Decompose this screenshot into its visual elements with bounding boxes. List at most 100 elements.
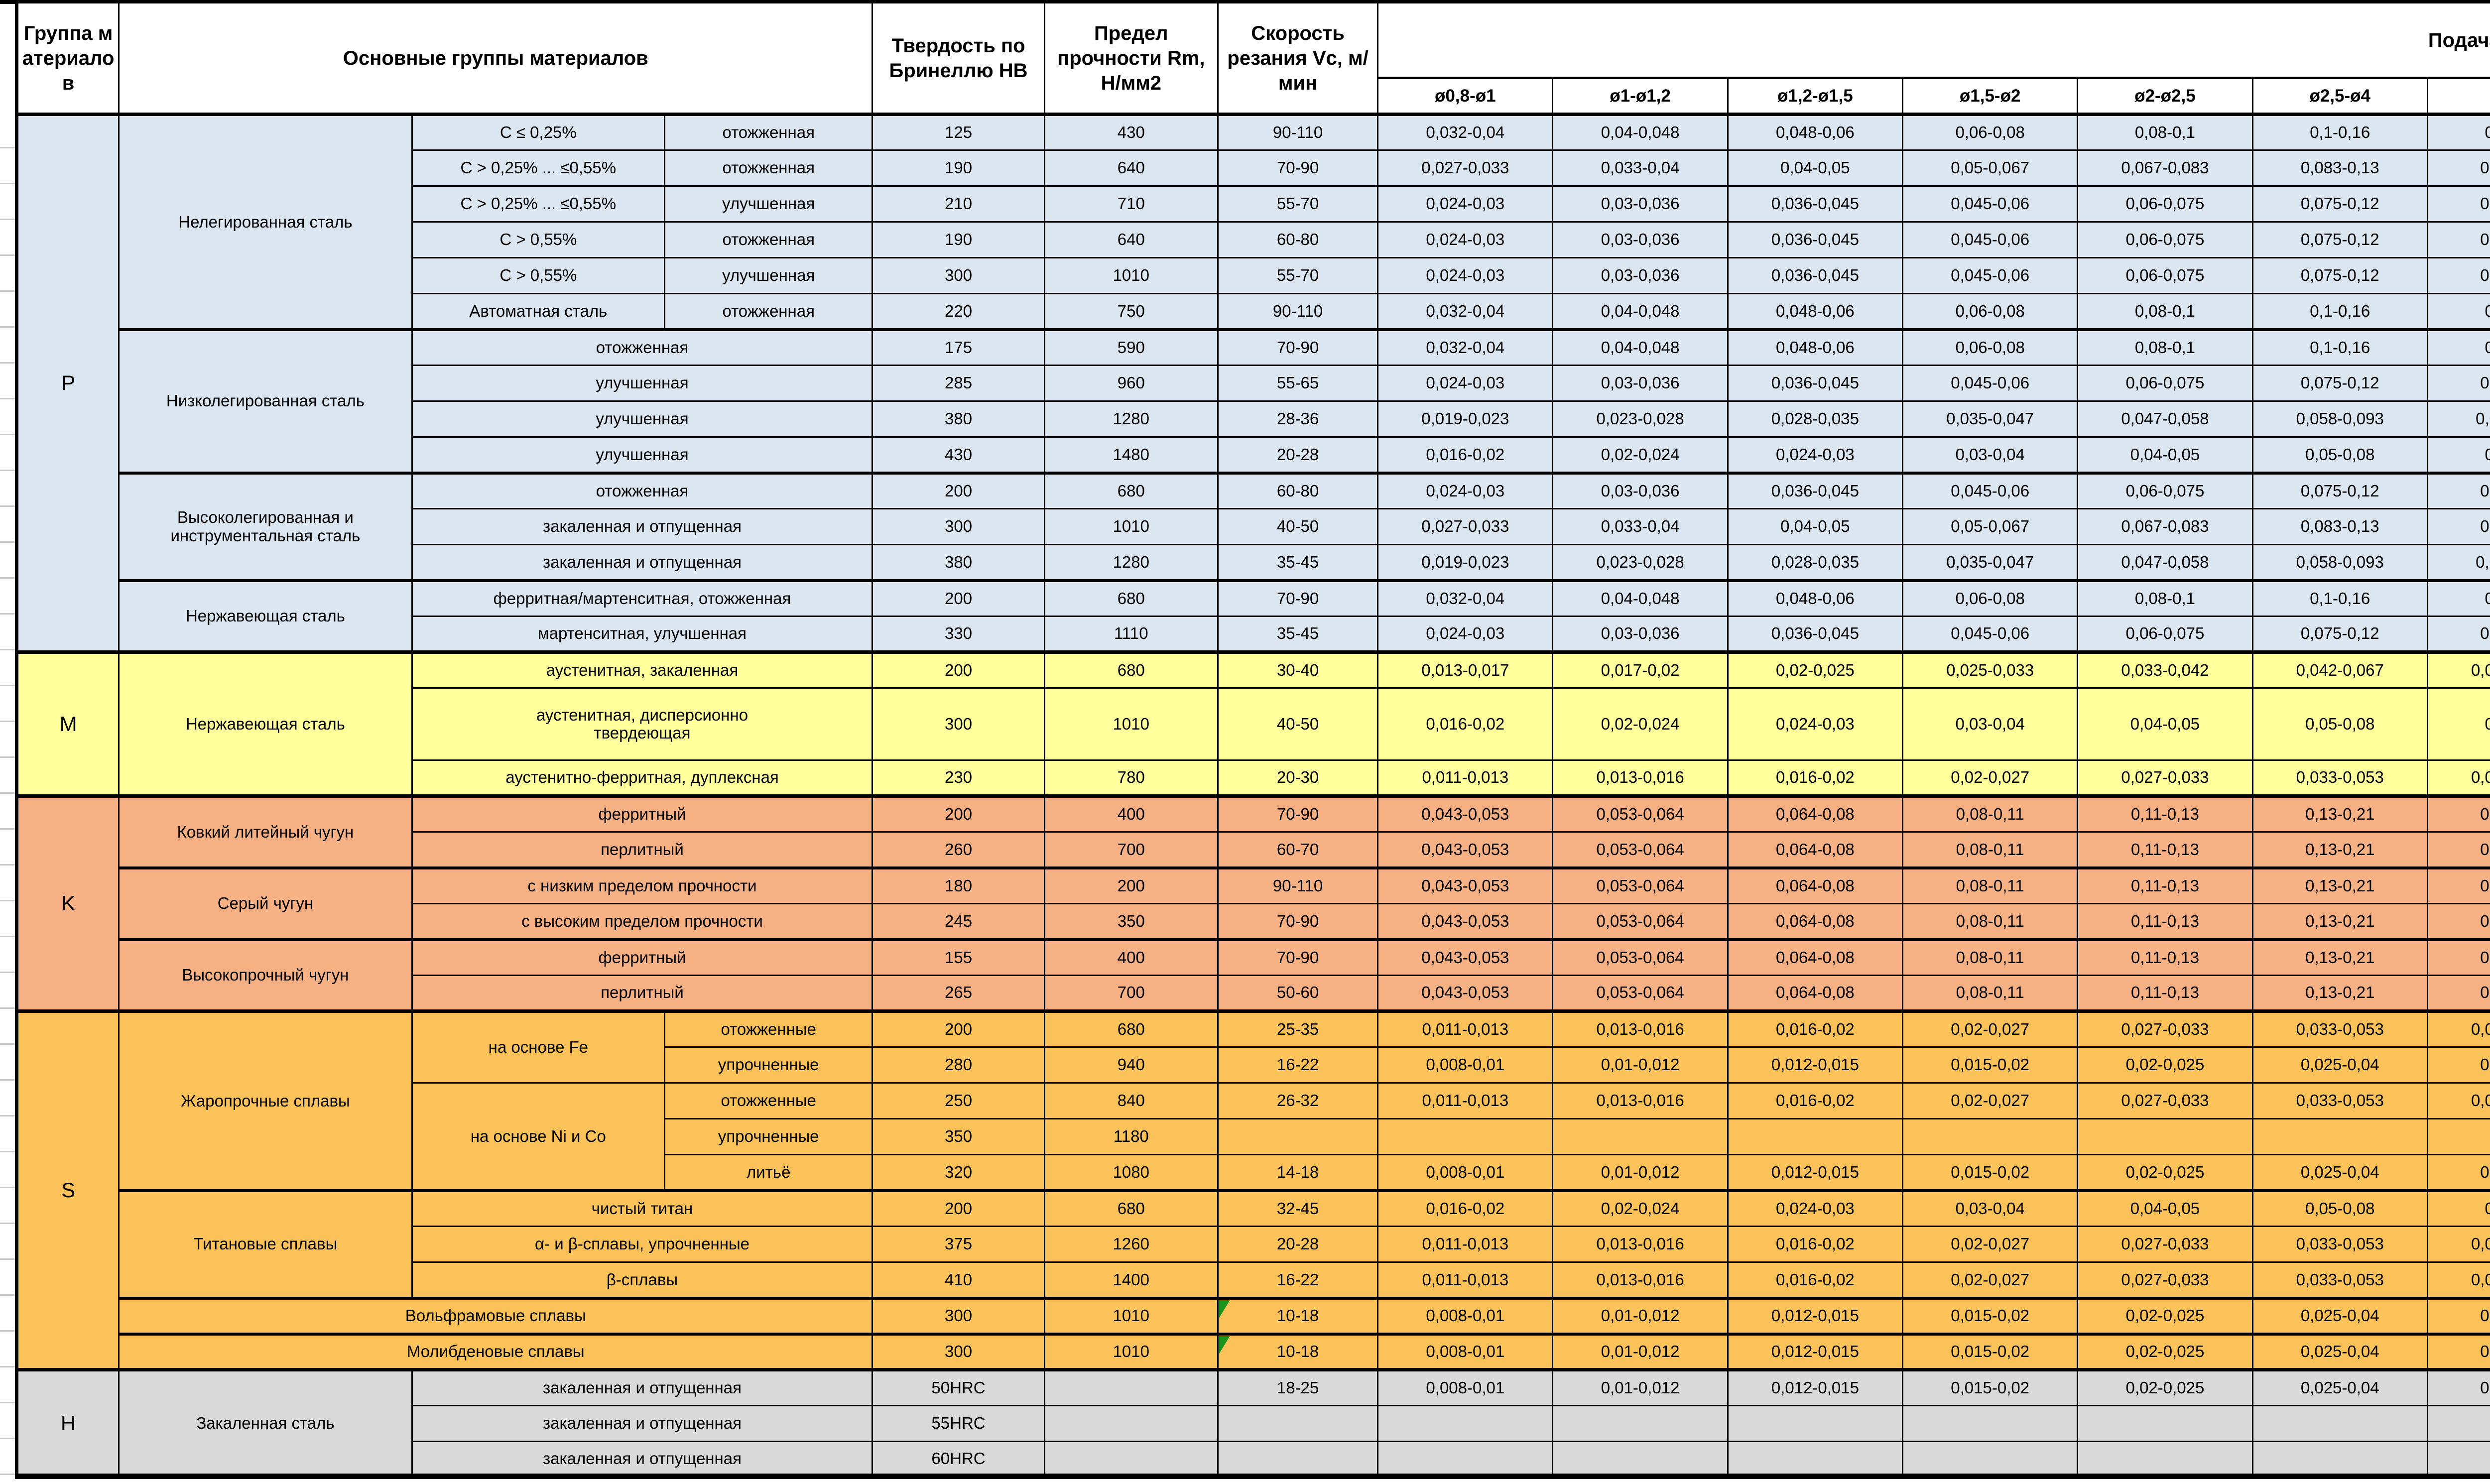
feed-value-cell[interactable]: 0,064-0,08 — [1728, 976, 1902, 1011]
feed-value-cell[interactable]: 0,04-0,05 — [2427, 1370, 2490, 1406]
cutting-speed-cell[interactable]: 32-45 — [1218, 1191, 1377, 1227]
feed-value-cell[interactable] — [1378, 1442, 1553, 1478]
feed-value-cell[interactable]: 0,045-0,06 — [1903, 222, 2078, 258]
feed-value-cell[interactable]: 0,11-0,13 — [2078, 796, 2252, 832]
feed-value-cell[interactable]: 0,13-0,21 — [2252, 868, 2427, 904]
feed-value-cell[interactable]: 0,02-0,025 — [2078, 1155, 2252, 1191]
feed-value-cell[interactable]: 0,016-0,02 — [1378, 437, 1553, 473]
feed-value-cell[interactable] — [1378, 1406, 1553, 1442]
cutting-speed-cell[interactable]: 70-90 — [1218, 904, 1377, 940]
condition-cell[interactable]: аустенитная, закаленная — [412, 652, 872, 688]
hardness-hb-cell[interactable]: 60HRC — [872, 1442, 1044, 1478]
hardness-hb-cell[interactable]: 200 — [872, 1191, 1044, 1227]
material-name-cell[interactable]: Высоколегированная и инструментальная ст… — [119, 473, 412, 581]
feed-value-cell[interactable]: 0,033-0,053 — [2252, 1262, 2427, 1298]
group-letter-cell[interactable]: M — [17, 652, 119, 796]
feed-value-cell[interactable]: 0,048-0,06 — [1728, 330, 1902, 366]
condition-cell[interactable]: закаленная и отпущенная — [412, 545, 872, 581]
feed-value-cell[interactable]: 0,013-0,016 — [1553, 1083, 1728, 1119]
hardness-hb-cell[interactable]: 175 — [872, 330, 1044, 366]
feed-value-cell[interactable]: 0,083-0,13 — [2252, 150, 2427, 186]
feed-value-cell[interactable]: 0,11-0,13 — [2078, 976, 2252, 1011]
hardness-hb-cell[interactable]: 380 — [872, 401, 1044, 437]
sub-group-cell[interactable]: C ≤ 0,25% — [412, 115, 664, 150]
strength-rm-cell[interactable]: 640 — [1044, 150, 1218, 186]
feed-value-cell[interactable]: 0,093-0,12 — [2427, 401, 2490, 437]
strength-rm-cell[interactable]: 1010 — [1044, 1298, 1218, 1334]
hardness-hb-cell[interactable]: 285 — [872, 366, 1044, 401]
feed-value-cell[interactable]: 0,027-0,033 — [2078, 1262, 2252, 1298]
hardness-hb-cell[interactable]: 265 — [872, 976, 1044, 1011]
feed-value-cell[interactable]: 0,12-0,15 — [2427, 186, 2490, 222]
condition-cell[interactable]: упрочненные — [665, 1119, 872, 1155]
feed-value-cell[interactable]: 0,06-0,075 — [2078, 617, 2252, 652]
feed-value-cell[interactable]: 0,04-0,05 — [2078, 1191, 2252, 1227]
feed-value-cell[interactable]: 0,08-0,1 — [2078, 115, 2252, 150]
feed-value-cell[interactable]: 0,043-0,053 — [1378, 832, 1553, 868]
strength-rm-cell[interactable]: 940 — [1044, 1047, 1218, 1083]
feed-value-cell[interactable]: 0,12-0,15 — [2427, 258, 2490, 294]
feed-value-cell[interactable] — [2427, 1406, 2490, 1442]
feed-value-cell[interactable]: 0,21-0,27 — [2427, 868, 2490, 904]
feed-value-cell[interactable] — [2078, 1119, 2252, 1155]
feed-value-cell[interactable]: 0,08-0,1 — [2078, 581, 2252, 617]
feed-value-cell[interactable]: 0,053-0,064 — [1553, 904, 1728, 940]
feed-value-cell[interactable]: 0,05-0,067 — [1903, 150, 2078, 186]
material-name-cell[interactable]: Жаропрочные сплавы — [119, 1011, 412, 1191]
feed-value-cell[interactable]: 0,053-0,064 — [1553, 868, 1728, 904]
hardness-hb-cell[interactable]: 250 — [872, 1083, 1044, 1119]
strength-rm-cell[interactable] — [1044, 1370, 1218, 1406]
feed-value-cell[interactable]: 0,06-0,075 — [2078, 258, 2252, 294]
material-name-cell[interactable]: Ковкий литейный чугун — [119, 796, 412, 868]
feed-value-cell[interactable]: 0,11-0,13 — [2078, 868, 2252, 904]
cutting-speed-cell[interactable]: 16-22 — [1218, 1262, 1377, 1298]
feed-value-cell[interactable]: 0,13-0,17 — [2427, 150, 2490, 186]
feed-value-cell[interactable]: 0,048-0,06 — [1728, 294, 1902, 330]
condition-cell[interactable]: с низким пределом прочности — [412, 868, 872, 904]
feed-value-cell[interactable]: 0,053-0,067 — [2427, 1083, 2490, 1119]
feed-value-cell[interactable]: 0,028-0,035 — [1728, 545, 1902, 581]
feed-value-cell[interactable]: 0,11-0,13 — [2078, 904, 2252, 940]
feed-value-cell[interactable]: 0,008-0,01 — [1378, 1298, 1553, 1334]
feed-value-cell[interactable]: 0,025-0,04 — [2252, 1298, 2427, 1334]
sub-group-cell[interactable]: Автоматная сталь — [412, 294, 664, 330]
strength-rm-cell[interactable]: 1010 — [1044, 688, 1218, 760]
strength-rm-cell[interactable] — [1044, 1406, 1218, 1442]
feed-value-cell[interactable] — [1553, 1119, 1728, 1155]
cutting-speed-cell[interactable]: 20-28 — [1218, 1227, 1377, 1262]
feed-value-cell[interactable]: 0,043-0,053 — [1378, 904, 1553, 940]
feed-value-cell[interactable]: 0,04-0,05 — [2078, 688, 2252, 760]
diameter-col-header[interactable]: ø1-ø1,2 — [1553, 78, 1728, 115]
feed-value-cell[interactable]: 0,027-0,033 — [1378, 150, 1553, 186]
feed-value-cell[interactable]: 0,027-0,033 — [2078, 1227, 2252, 1262]
strength-rm-cell[interactable]: 680 — [1044, 1011, 1218, 1047]
feed-value-cell[interactable]: 0,011-0,013 — [1378, 760, 1553, 796]
cutting-speed-cell[interactable]: 35-45 — [1218, 545, 1377, 581]
feed-value-cell[interactable]: 0,08-0,11 — [1903, 832, 2078, 868]
strength-rm-cell[interactable]: 680 — [1044, 1191, 1218, 1227]
feed-value-cell[interactable]: 0,048-0,06 — [1728, 115, 1902, 150]
feed-value-cell[interactable]: 0,1-0,16 — [2252, 115, 2427, 150]
feed-value-cell[interactable]: 0,05-0,08 — [2252, 688, 2427, 760]
diameter-col-header[interactable]: ø2-ø2,5 — [2078, 78, 2252, 115]
feed-value-cell[interactable] — [1728, 1119, 1902, 1155]
feed-value-cell[interactable]: 0,06-0,08 — [1903, 115, 2078, 150]
feed-value-cell[interactable]: 0,1-0,16 — [2252, 330, 2427, 366]
cutting-speed-cell[interactable]: 14-18 — [1218, 1155, 1377, 1191]
hardness-hb-cell[interactable]: 320 — [872, 1155, 1044, 1191]
cutting-speed-cell[interactable]: 70-90 — [1218, 581, 1377, 617]
feed-value-cell[interactable]: 0,06-0,075 — [2078, 222, 2252, 258]
cutting-speed-cell[interactable]: 50-60 — [1218, 976, 1377, 1011]
diameter-col-header[interactable]: ø0,8-ø1 — [1378, 78, 1553, 115]
feed-value-cell[interactable]: 0,053-0,064 — [1553, 832, 1728, 868]
feed-value-cell[interactable]: 0,1-0,16 — [2252, 581, 2427, 617]
feed-value-cell[interactable]: 0,015-0,02 — [1903, 1370, 2078, 1406]
feed-value-cell[interactable]: 0,067-0,083 — [2078, 150, 2252, 186]
hardness-hb-cell[interactable]: 190 — [872, 222, 1044, 258]
condition-cell[interactable]: α- и β-сплавы, упрочненные — [412, 1227, 872, 1262]
condition-cell[interactable]: перлитный — [412, 976, 872, 1011]
strength-rm-cell[interactable]: 1010 — [1044, 258, 1218, 294]
sub-group-cell[interactable]: C > 0,25% ... ≤0,55% — [412, 186, 664, 222]
cutting-speed-cell[interactable]: 20-30 — [1218, 760, 1377, 796]
sub-group-cell[interactable]: на основе Fe — [412, 1011, 664, 1083]
